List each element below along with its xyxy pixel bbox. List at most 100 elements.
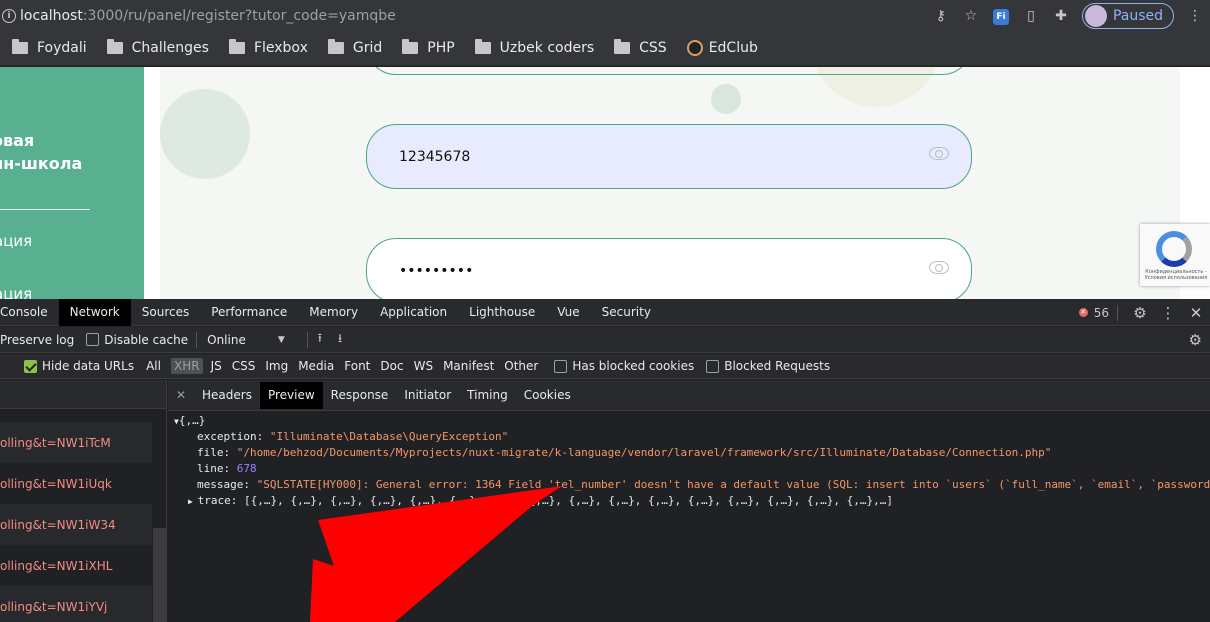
tab-memory[interactable]: Memory <box>298 299 369 326</box>
sidebar: оваяйн-школа ация ация <box>0 67 144 299</box>
table-row[interactable]: olling&t=NW1iW34 <box>0 504 152 545</box>
tab-cookies[interactable]: Cookies <box>516 382 579 409</box>
phone-icon[interactable]: ▯ <box>1016 8 1046 24</box>
tab-response[interactable]: Response <box>323 382 397 409</box>
checkbox-icon <box>554 359 568 373</box>
error-counter[interactable]: ✕ 56 <box>1078 306 1109 320</box>
collapse-triangle-icon[interactable]: ▶ <box>188 497 198 506</box>
bookmark-grid[interactable]: Grid <box>327 39 382 56</box>
brand-title: оваяйн-школа <box>0 131 83 173</box>
bookmark-foydali[interactable]: Foydali <box>12 39 87 56</box>
blocked-cookies-checkbox[interactable]: Has blocked cookies <box>554 359 694 373</box>
filter-css[interactable]: CSS <box>232 359 256 373</box>
json-row: message: "SQLSTATE[HY000]: General error… <box>197 478 1210 491</box>
chevron-down-icon: ▼ <box>277 334 285 345</box>
phone-input[interactable]: 12345678 <box>366 124 972 189</box>
close-icon[interactable]: ✕ <box>168 388 194 402</box>
bookmark-css[interactable]: CSS <box>614 39 667 56</box>
hide-data-urls-checkbox[interactable]: Hide data URLs <box>24 359 134 373</box>
filter-doc[interactable]: Doc <box>380 359 403 373</box>
json-row: exception: "Illuminate\Database\QueryExc… <box>197 430 509 443</box>
json-row: line: 678 <box>197 462 257 475</box>
import-har-icon[interactable]: ⭱ <box>318 329 322 350</box>
menu-kebab-icon[interactable]: ⋮ <box>1180 8 1210 24</box>
filter-xhr[interactable]: XHR <box>170 358 203 374</box>
eye-icon[interactable] <box>929 261 949 274</box>
more-kebab-icon[interactable]: ⋮ <box>1154 304 1182 322</box>
register-form-area: 12345678 ••••••••• <box>160 67 1180 299</box>
tab-security[interactable]: Security <box>591 299 662 326</box>
tab-initiator[interactable]: Initiator <box>396 382 459 409</box>
table-row[interactable]: olling&t=NW1iXHL <box>0 545 152 586</box>
table-row[interactable]: olling&t=NW1iUqk <box>0 463 152 504</box>
tab-performance[interactable]: Performance <box>200 299 298 326</box>
bookmark-star-icon[interactable]: ☆ <box>956 8 986 24</box>
filter-manifest[interactable]: Manifest <box>443 359 494 373</box>
bookmark-flexbox[interactable]: Flexbox <box>228 39 308 56</box>
export-har-icon[interactable]: ⭳ <box>338 329 342 350</box>
filter-img[interactable]: Img <box>265 359 288 373</box>
table-row[interactable]: olling&t=NW1iYVj <box>0 586 152 622</box>
folder-icon <box>12 39 28 54</box>
close-icon[interactable]: ✕ <box>1182 304 1210 322</box>
tab-preview[interactable]: Preview <box>259 381 323 409</box>
bookmark-edclub[interactable]: EdClub <box>686 40 758 56</box>
checkbox-icon <box>86 333 100 346</box>
sidebar-divider <box>0 209 90 210</box>
address-bar: i localhost:3000/ru/panel/register?tutor… <box>0 0 1210 31</box>
request-detail: ✕ Headers Preview Response Initiator Tim… <box>168 380 1210 622</box>
tab-timing[interactable]: Timing <box>459 382 516 409</box>
tab-network[interactable]: Network <box>58 298 131 326</box>
tab-application[interactable]: Application <box>369 299 458 326</box>
tab-console[interactable]: Console <box>0 299 59 326</box>
extension-fi-icon[interactable]: Fi <box>986 7 1016 25</box>
recaptcha-icon <box>1156 231 1192 267</box>
decor-circle <box>160 89 250 179</box>
filter-all[interactable]: All <box>146 359 161 373</box>
tab-vue[interactable]: Vue <box>546 299 590 326</box>
previous-field-edge <box>366 67 972 75</box>
filter-media[interactable]: Media <box>298 359 334 373</box>
blocked-requests-checkbox[interactable]: Blocked Requests <box>706 359 830 373</box>
request-list: olling&t=NW1iTcM olling&t=NW1iUqk olling… <box>0 380 167 622</box>
network-toolbar: Preserve log Disable cache Online ▼ ⭱ ⭳ ⚙ <box>0 327 1210 353</box>
folder-icon <box>614 39 631 54</box>
bookmark-php[interactable]: PHP <box>402 39 455 56</box>
folder-icon <box>228 39 245 54</box>
preserve-log-checkbox[interactable]: Preserve log <box>0 333 74 347</box>
sidebar-item[interactable]: ация <box>0 232 32 250</box>
profile-button[interactable]: Paused <box>1081 2 1174 29</box>
eye-icon[interactable] <box>929 147 949 160</box>
tab-sources[interactable]: Sources <box>131 299 200 326</box>
url-field[interactable]: localhost:3000/ru/panel/register?tutor_c… <box>20 8 396 24</box>
filter-js[interactable]: JS <box>211 359 222 373</box>
detail-tabbar: ✕ Headers Preview Response Initiator Tim… <box>168 380 1210 411</box>
recaptcha-badge[interactable]: Конфиденциальность - Условия использован… <box>1140 224 1210 286</box>
tab-headers[interactable]: Headers <box>194 382 260 409</box>
tab-lighthouse[interactable]: Lighthouse <box>458 299 546 326</box>
table-row[interactable]: olling&t=NW1iTcM <box>0 422 152 463</box>
key-icon[interactable]: ⚷ <box>926 8 956 24</box>
json-row[interactable]: ▶ trace: [{,…}, {,…}, {,…}, {,…}, {,…}, … <box>168 493 1210 509</box>
request-list-header <box>0 380 166 409</box>
sidebar-item[interactable]: ация <box>0 285 32 299</box>
bookmark-uzbek-coders[interactable]: Uzbek coders <box>474 39 594 56</box>
throttle-select[interactable]: Online ▼ <box>207 333 285 347</box>
disable-cache-checkbox[interactable]: Disable cache <box>86 333 188 347</box>
extensions-puzzle-icon[interactable]: ✚ <box>1046 8 1076 24</box>
filter-font[interactable]: Font <box>344 359 370 373</box>
filter-other[interactable]: Other <box>504 359 538 373</box>
network-settings-gear-icon[interactable]: ⚙ <box>1189 331 1202 349</box>
json-root-row[interactable]: ▼{,…} <box>168 413 1210 429</box>
site-info-icon[interactable]: i <box>2 8 16 23</box>
scrollbar[interactable] <box>153 528 166 622</box>
error-icon: ✕ <box>1078 308 1088 317</box>
settings-gear-icon[interactable]: ⚙ <box>1126 304 1154 322</box>
edclub-icon <box>686 40 703 56</box>
divider <box>306 331 308 348</box>
decor-circle <box>711 84 741 114</box>
bookmark-challenges[interactable]: Challenges <box>106 39 209 56</box>
filter-ws[interactable]: WS <box>414 359 433 373</box>
folder-icon <box>327 39 344 54</box>
password-input[interactable]: ••••••••• <box>366 238 972 299</box>
